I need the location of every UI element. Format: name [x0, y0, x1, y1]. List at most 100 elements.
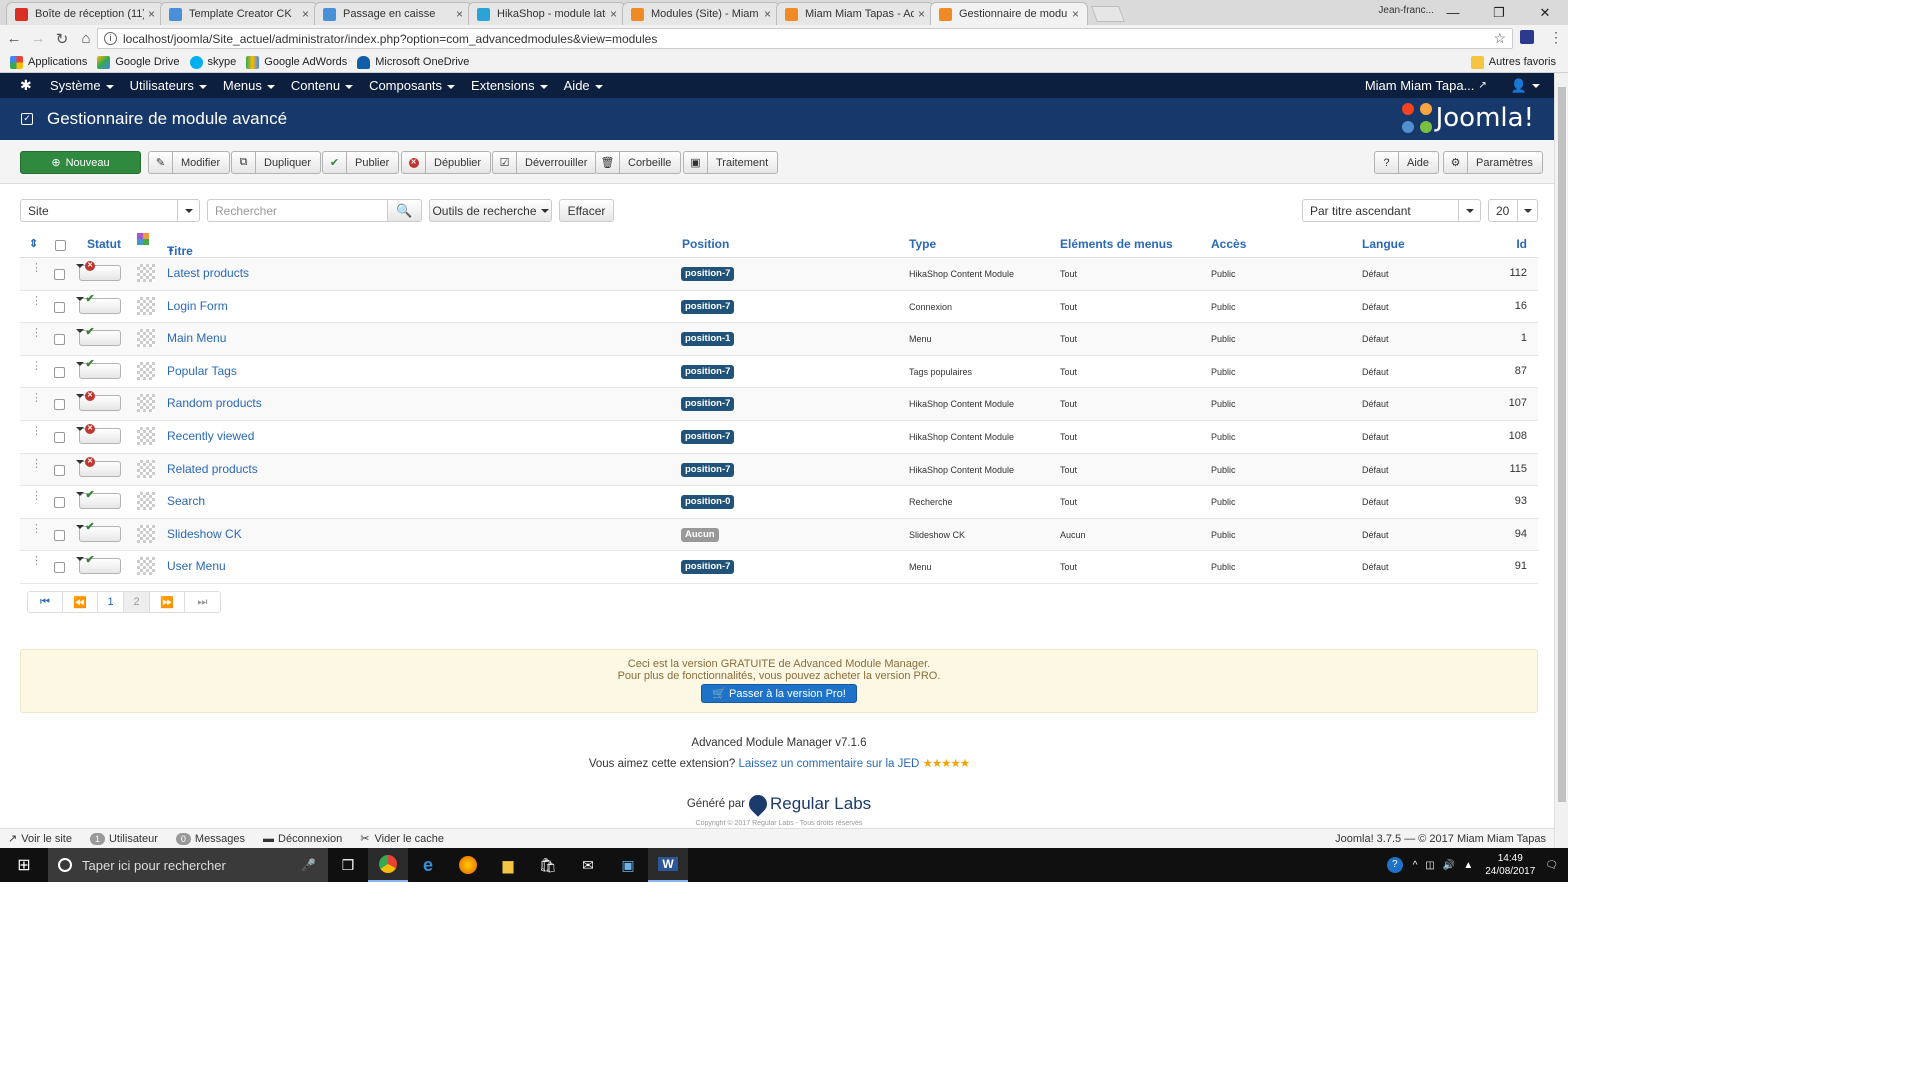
position-badge[interactable]: position-7 — [681, 397, 735, 412]
position-badge[interactable]: position-7 — [681, 462, 735, 477]
column-type[interactable]: Type — [909, 237, 936, 251]
close-tab-icon[interactable]: × — [302, 7, 309, 21]
menu-aide[interactable]: Aide — [564, 78, 603, 93]
position-badge[interactable]: position-7 — [681, 560, 735, 575]
taskbar-search[interactable]: Taper ici pour rechercher 🎤 — [48, 848, 328, 882]
messages-link[interactable]: 0 Messages — [175, 832, 245, 845]
close-tab-icon[interactable]: × — [610, 7, 617, 21]
module-title-link[interactable]: Related products — [167, 462, 258, 476]
color-swatch[interactable] — [137, 329, 155, 348]
first-page-icon[interactable]: ⏮ — [28, 592, 63, 612]
row-checkbox[interactable] — [54, 334, 65, 346]
scrollbar-thumb[interactable] — [1558, 87, 1566, 802]
status-toggle[interactable]: ✔ — [76, 489, 121, 510]
options-button[interactable]: ⚙ Paramètres — [1443, 151, 1543, 174]
ordering-select[interactable]: Par titre ascendant — [1302, 199, 1481, 222]
drag-handle-icon[interactable]: ⋮ — [31, 393, 42, 404]
browser-tab[interactable]: HikaShop - module lates × — [468, 2, 626, 25]
menu-extensions[interactable]: Extensions — [471, 78, 548, 93]
ordering-sort-icon[interactable]: ⇕ — [29, 237, 38, 250]
help-button[interactable]: ? Aide — [1374, 151, 1440, 174]
unpublish-button[interactable]: ✕ Dépublier — [401, 151, 492, 174]
menu-icon[interactable]: ⋮ — [1549, 29, 1563, 46]
status-toggle[interactable]: ✕ — [76, 391, 121, 412]
status-toggle[interactable]: ✔ — [76, 358, 121, 379]
browser-tab[interactable]: Modules (Site) - Miam M × — [622, 2, 780, 25]
browser-tab[interactable]: Passage en caisse × — [314, 2, 472, 25]
chevron-up-icon[interactable]: ^ — [1413, 860, 1418, 871]
position-badge[interactable]: position-7 — [681, 364, 735, 379]
bookmark-skype[interactable]: skype — [189, 55, 236, 69]
other-bookmarks[interactable]: Autres favoris — [1470, 55, 1556, 69]
upgrade-pro-button[interactable]: 🛒 Passer à la version Pro! — [701, 684, 857, 703]
position-badge[interactable]: Aucun — [681, 527, 719, 542]
module-title-link[interactable]: User Menu — [167, 559, 226, 573]
drag-handle-icon[interactable]: ⋮ — [31, 523, 42, 534]
close-tab-icon[interactable]: × — [918, 7, 925, 21]
menu-contenu[interactable]: Contenu — [291, 78, 354, 93]
status-toggle[interactable]: ✕ — [76, 261, 121, 281]
column-position[interactable]: Position — [682, 237, 729, 251]
menu-menus[interactable]: Menus — [223, 78, 275, 93]
select-all-checkbox[interactable] — [55, 240, 66, 251]
page-1[interactable]: 1 — [98, 592, 124, 612]
module-title-link[interactable]: Popular Tags — [167, 364, 237, 378]
windows-start-icon[interactable]: ⊞ — [0, 855, 48, 875]
position-badge[interactable]: position-7 — [681, 429, 735, 444]
jed-review-link[interactable]: Laissez un commentaire sur la JED — [738, 758, 919, 770]
module-title-link[interactable]: Recently viewed — [167, 429, 254, 443]
batch-button[interactable]: ▣ Traitement — [683, 151, 779, 174]
trash-button[interactable]: 🗑 Corbeille — [595, 151, 682, 174]
column-access[interactable]: Accès — [1211, 237, 1246, 251]
site-link[interactable]: Miam Miam Tapa... — [1365, 78, 1475, 93]
close-tab-icon[interactable]: × — [1072, 7, 1079, 21]
new-tab-button[interactable] — [1091, 6, 1125, 22]
status-toggle[interactable]: ✕ — [76, 423, 121, 444]
row-checkbox[interactable] — [54, 301, 65, 313]
color-swatch[interactable] — [137, 296, 155, 315]
bookmark-adwords[interactable]: Google AdWords — [246, 55, 347, 69]
color-column-icon[interactable] — [137, 233, 149, 245]
bookmark-onedrive[interactable]: Microsoft OneDrive — [357, 55, 469, 69]
browser-tab[interactable]: Boîte de réception (11) - × — [6, 2, 164, 25]
forward-icon[interactable]: → — [26, 30, 50, 47]
search-tools-button[interactable]: Outils de recherche — [429, 199, 552, 222]
chrome-icon[interactable] — [368, 848, 408, 882]
module-title-link[interactable]: Search — [167, 494, 205, 508]
info-icon[interactable]: i — [104, 32, 117, 45]
unlock-button[interactable]: ☑ Déverrouiller — [492, 151, 598, 174]
store-icon[interactable]: 🛍 — [528, 848, 568, 882]
row-checkbox[interactable] — [54, 497, 65, 509]
maximize-icon[interactable]: ❐ — [1476, 5, 1522, 21]
back-icon[interactable]: ← — [2, 30, 26, 47]
extension-icon[interactable] — [1520, 30, 1534, 44]
color-swatch[interactable] — [137, 426, 155, 445]
users-link[interactable]: 1 Utilisateur — [89, 832, 158, 845]
limit-select[interactable]: 20 — [1488, 199, 1538, 222]
position-badge[interactable]: position-7 — [681, 299, 735, 314]
column-menu-items[interactable]: Eléments de menus — [1060, 237, 1173, 251]
column-id[interactable]: Id — [1516, 237, 1527, 251]
drag-handle-icon[interactable]: ⋮ — [31, 458, 42, 469]
url-input[interactable]: i localhost/joomla/Site_actuel/administr… — [97, 28, 1513, 49]
status-toggle[interactable]: ✔ — [76, 326, 121, 347]
reload-icon[interactable]: ↻ — [50, 30, 74, 48]
status-toggle[interactable]: ✔ — [76, 554, 121, 575]
duplicate-button[interactable]: ⧉ Dupliquer — [231, 151, 322, 174]
position-badge[interactable]: position-1 — [681, 332, 735, 347]
clear-button[interactable]: Effacer — [559, 199, 614, 222]
module-title-link[interactable]: Slideshow CK — [167, 527, 242, 541]
menu-composants[interactable]: Composants — [369, 78, 456, 93]
close-window-icon[interactable]: ✕ — [1522, 5, 1568, 21]
browser-tab[interactable]: Gestionnaire de module × — [930, 2, 1088, 25]
drag-handle-icon[interactable]: ⋮ — [31, 360, 42, 371]
regular-labs-logo[interactable]: Regular Labs — [745, 791, 871, 817]
edge-icon[interactable]: e — [408, 848, 448, 882]
color-swatch[interactable] — [137, 264, 155, 282]
word-icon[interactable]: W — [648, 848, 688, 882]
browser-tab[interactable]: Template Creator CK × — [160, 2, 318, 25]
view-site-link[interactable]: ↗ Voir le site — [8, 832, 72, 846]
menu-utilisateurs[interactable]: Utilisateurs — [130, 78, 207, 93]
clock[interactable]: 14:49 24/08/2017 — [1485, 852, 1535, 878]
volume-icon[interactable]: 🔊 — [1443, 860, 1455, 871]
